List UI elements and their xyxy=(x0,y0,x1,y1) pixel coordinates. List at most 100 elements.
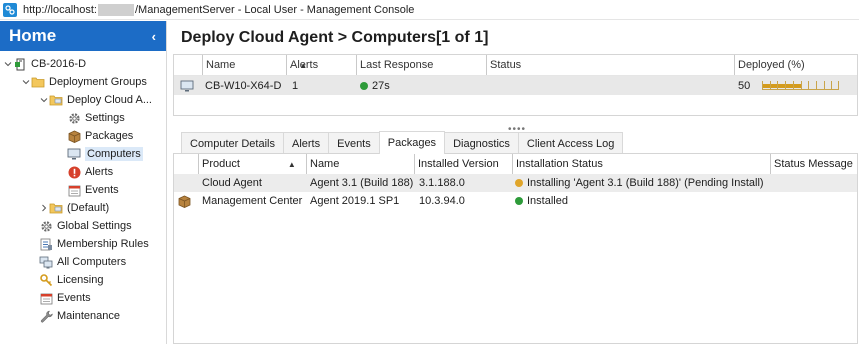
tree-item-label: (Default) xyxy=(67,202,110,214)
installed-version-cell: 10.3.94.0 xyxy=(419,195,465,207)
column-header-deployed[interactable]: Deployed (%) xyxy=(734,55,858,75)
tree-item-maintenance[interactable]: Maintenance xyxy=(0,307,166,325)
computer-server-icon xyxy=(13,57,27,71)
tree-item-label: All Computers xyxy=(57,256,127,268)
packages-grid-header: Product ▲ Name Installed Version Install… xyxy=(174,154,857,174)
tab-events[interactable]: Events xyxy=(328,132,380,154)
gear-icon xyxy=(67,111,81,125)
chevron-right-icon[interactable] xyxy=(39,203,49,213)
sidebar: Home ‹ CB-2016-D Deployment Groups Deplo… xyxy=(0,21,167,344)
progress-tick xyxy=(801,81,803,89)
app-icon xyxy=(3,2,17,17)
product-cell: Cloud Agent xyxy=(202,177,262,189)
installation-status-text: Installed xyxy=(527,195,568,207)
tree-item-computers[interactable]: Computers xyxy=(0,145,166,163)
product-cell: Management Center xyxy=(202,195,303,207)
column-header-installed-version[interactable]: Installed Version xyxy=(414,154,512,174)
tree-item-label: Settings xyxy=(85,112,125,124)
tree-item-label: Events xyxy=(57,292,91,304)
progress-tick xyxy=(816,81,818,89)
computers-icon xyxy=(39,255,53,269)
chevron-down-icon[interactable] xyxy=(3,59,13,69)
tab-diagnostics[interactable]: Diagnostics xyxy=(444,132,519,154)
alerts-cell: 1 xyxy=(292,79,299,92)
tree-item-events-global[interactable]: Events xyxy=(0,289,166,307)
column-header-status[interactable]: Status xyxy=(486,55,734,75)
calendar-icon xyxy=(39,291,53,305)
tree-item-deploy-cloud-agent[interactable]: Deploy Cloud A... xyxy=(0,91,166,109)
column-header-name[interactable]: Name xyxy=(306,154,414,174)
window-title-bar: http://localhost: /ManagementServer - Lo… xyxy=(0,0,859,20)
progress-tick xyxy=(838,81,840,89)
tree-item-server[interactable]: CB-2016-D xyxy=(0,55,166,73)
column-header-name[interactable]: Name ▲ xyxy=(202,55,307,75)
online-status-dot xyxy=(360,81,368,90)
tree-item-deployment-groups[interactable]: Deployment Groups xyxy=(0,73,166,91)
column-header-label: Name xyxy=(206,59,236,71)
installation-status-text: Installing 'Agent 3.1 (Build 188)' (Pend… xyxy=(527,177,764,189)
tree-item-default[interactable]: (Default) xyxy=(0,199,166,217)
calendar-icon xyxy=(67,183,81,197)
chevron-down-icon[interactable] xyxy=(39,95,49,105)
tree-item-label: Packages xyxy=(85,130,134,142)
package-icon xyxy=(178,192,191,210)
wrench-icon xyxy=(39,309,53,323)
package-icon xyxy=(67,129,81,143)
column-header-label: Product xyxy=(202,158,240,170)
progress-tick xyxy=(785,81,787,89)
page-title: Deploy Cloud Agent > Computers[1 of 1] xyxy=(181,28,489,46)
installation-status-cell: Installed xyxy=(515,192,568,210)
deployed-progress-bar xyxy=(762,81,840,90)
tree-item-licensing[interactable]: Licensing xyxy=(0,271,166,289)
tree-item-events[interactable]: Events xyxy=(0,181,166,199)
tree-item-label: Global Settings xyxy=(57,220,132,232)
progress-tick xyxy=(831,81,833,89)
tab-client-access-log[interactable]: Client Access Log xyxy=(517,132,624,154)
deployed-cell: 50 xyxy=(738,76,840,95)
collapse-sidebar-button[interactable]: ‹ xyxy=(152,29,156,44)
column-header-status-message[interactable]: Status Message xyxy=(770,154,858,174)
tree-item-label: Deployment Groups xyxy=(49,76,147,88)
detail-tabs: Computer Details Alerts Events Packages … xyxy=(181,131,624,154)
progress-tick xyxy=(793,81,795,89)
progress-tick xyxy=(808,81,810,89)
tree-item-settings[interactable]: Settings xyxy=(0,109,166,127)
tree-item-packages[interactable]: Packages xyxy=(0,127,166,145)
tab-alerts[interactable]: Alerts xyxy=(282,132,330,154)
tree-item-global-settings[interactable]: Global Settings xyxy=(0,217,166,235)
window-title-suffix: /ManagementServer - Local User - Managem… xyxy=(135,3,415,16)
tree-item-alerts[interactable]: Alerts xyxy=(0,163,166,181)
home-title: Home xyxy=(9,26,57,45)
home-header: Home ‹ xyxy=(0,21,166,51)
table-row[interactable]: Management Center Agent 2019.1 SP1 10.3.… xyxy=(174,192,857,210)
installed-version-cell: 3.1.188.0 xyxy=(419,177,465,189)
computers-grid-header: Name ▲ Alerts Last Response Status Deplo… xyxy=(174,55,857,76)
key-icon xyxy=(39,273,53,287)
tab-computer-details[interactable]: Computer Details xyxy=(181,132,284,154)
monitor-icon xyxy=(180,76,194,95)
installation-status-cell: Installing 'Agent 3.1 (Build 188)' (Pend… xyxy=(515,174,764,192)
monitor-icon xyxy=(67,147,81,161)
progress-tick xyxy=(777,81,779,89)
tree-item-membership-rules[interactable]: Membership Rules xyxy=(0,235,166,253)
chevron-down-icon[interactable] xyxy=(21,77,31,87)
pending-status-dot xyxy=(515,179,523,187)
progress-tick xyxy=(770,81,772,89)
tree-item-label: Events xyxy=(85,184,119,196)
table-row[interactable]: Cloud Agent Agent 3.1 (Build 188) 3.1.18… xyxy=(174,174,857,192)
tree-item-label: Computers xyxy=(85,147,143,161)
tree-item-label: Membership Rules xyxy=(57,238,149,250)
column-header-installation-status[interactable]: Installation Status xyxy=(512,154,770,174)
table-row[interactable]: CB-W10-X64-D 1 27s 50 xyxy=(174,76,857,95)
column-header-last-response[interactable]: Last Response xyxy=(356,55,486,75)
column-header-product[interactable]: Product ▲ xyxy=(198,154,306,174)
column-header-alerts[interactable]: Alerts xyxy=(286,55,356,75)
tree-item-label: Alerts xyxy=(85,166,114,178)
tree-item-all-computers[interactable]: All Computers xyxy=(0,253,166,271)
name-cell: Agent 3.1 (Build 188) xyxy=(310,177,414,189)
redacted-port xyxy=(98,3,134,16)
tab-packages[interactable]: Packages xyxy=(378,131,446,154)
folder-icon xyxy=(49,201,63,215)
progress-tick xyxy=(762,81,764,89)
progress-tick xyxy=(824,81,826,89)
